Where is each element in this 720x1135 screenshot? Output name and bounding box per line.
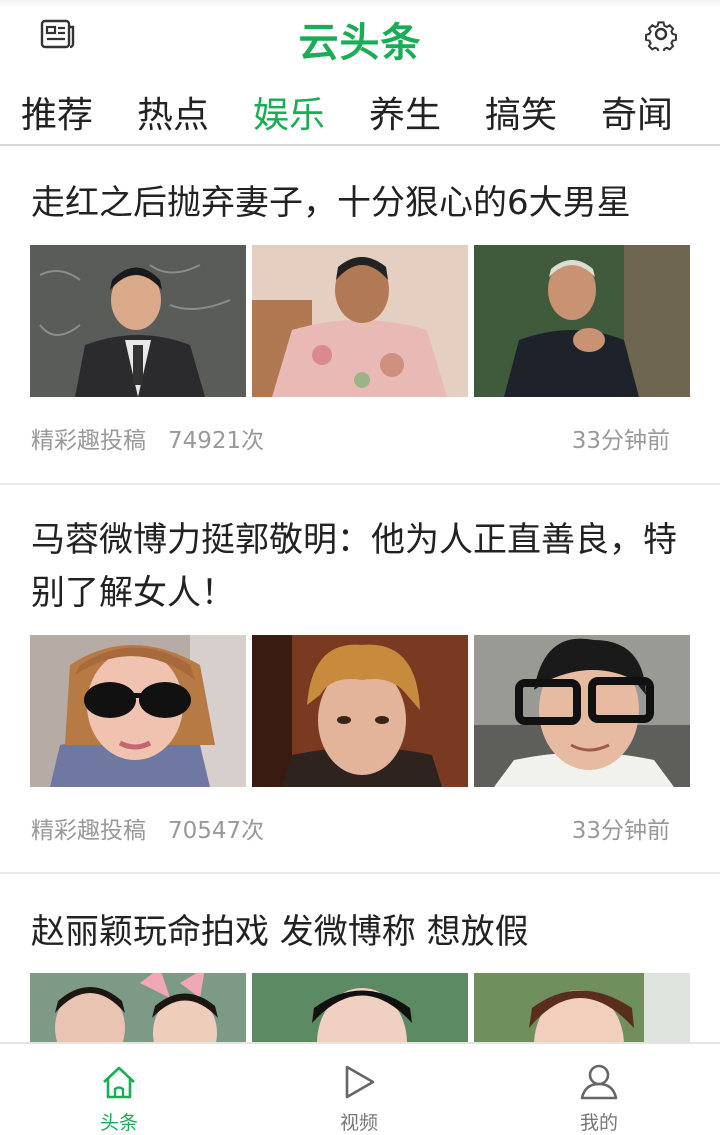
tab-oddities[interactable]: 奇闻 <box>601 86 673 138</box>
nav-label-video: 视频 <box>339 1112 378 1134</box>
article-source: 精彩趣投稿 74921次 <box>31 421 264 455</box>
article-card[interactable]: 赵丽颖玩命拍戏 发微博称 想放假 <box>0 874 720 1042</box>
app-title: 云头条 <box>298 20 422 66</box>
article-image[interactable] <box>252 973 468 1042</box>
tab-entertainment[interactable]: 娱乐 <box>253 86 325 138</box>
source-name: 精彩趣投稿 <box>31 818 146 844</box>
article-source: 精彩趣投稿 70547次 <box>31 811 264 845</box>
nav-label-me: 我的 <box>579 1112 618 1134</box>
tab-recommend[interactable]: 推荐 <box>21 86 93 138</box>
source-name: 精彩趣投稿 <box>31 428 146 454</box>
top-bar: 云头条 <box>0 0 720 76</box>
article-image[interactable] <box>30 973 246 1042</box>
gear-icon[interactable] <box>644 17 678 51</box>
article-title[interactable]: 马蓉微博力挺郭敬明：他为人正直善良，特别了解女人！ <box>31 514 691 620</box>
article-image[interactable] <box>30 245 246 397</box>
article-image[interactable] <box>474 245 690 397</box>
article-image[interactable] <box>474 635 690 787</box>
tab-health[interactable]: 养生 <box>369 86 441 138</box>
article-thumbnails[interactable] <box>30 973 691 1042</box>
bottom-nav: 头条 视频 我的 <box>0 1042 720 1135</box>
play-icon <box>345 1065 375 1099</box>
user-icon <box>580 1064 618 1100</box>
article-time: 33分钟前 <box>571 428 670 454</box>
article-image[interactable] <box>30 635 246 787</box>
article-card[interactable]: 马蓉微博力挺郭敬明：他为人正直善良，特别了解女人！ 精彩趣投稿 70547次 3… <box>0 485 720 872</box>
article-title[interactable]: 走红之后抛弃妻子，十分狠心的6大男星 <box>31 177 691 230</box>
article-card[interactable]: 走红之后抛弃妻子，十分狠心的6大男星 精彩趣投稿 74921次 33分钟前 <box>0 146 720 483</box>
channel-tabs: 推荐 热点 娱乐 养生 搞笑 奇闻 <box>0 76 720 144</box>
article-image[interactable] <box>474 973 690 1042</box>
article-title[interactable]: 赵丽颖玩命拍戏 发微博称 想放假 <box>31 906 691 959</box>
view-count: 74921次 <box>167 428 265 454</box>
article-thumbnails[interactable] <box>30 245 691 397</box>
article-image[interactable] <box>252 635 468 787</box>
article-thumbnails[interactable] <box>30 635 691 787</box>
tab-funny[interactable]: 搞笑 <box>485 86 557 138</box>
nav-video[interactable]: 视频 <box>279 1044 439 1135</box>
article-time: 33分钟前 <box>571 818 670 844</box>
nav-home[interactable]: 头条 <box>39 1044 199 1135</box>
news-feed[interactable]: 走红之后抛弃妻子，十分狠心的6大男星 精彩趣投稿 74921次 33分钟前 马蓉… <box>0 146 720 1042</box>
tab-hot[interactable]: 热点 <box>137 86 209 138</box>
view-count: 70547次 <box>167 818 265 844</box>
nav-label-home: 头条 <box>99 1112 138 1134</box>
home-icon <box>103 1066 135 1099</box>
article-image[interactable] <box>252 245 468 397</box>
nav-me[interactable]: 我的 <box>519 1044 679 1135</box>
